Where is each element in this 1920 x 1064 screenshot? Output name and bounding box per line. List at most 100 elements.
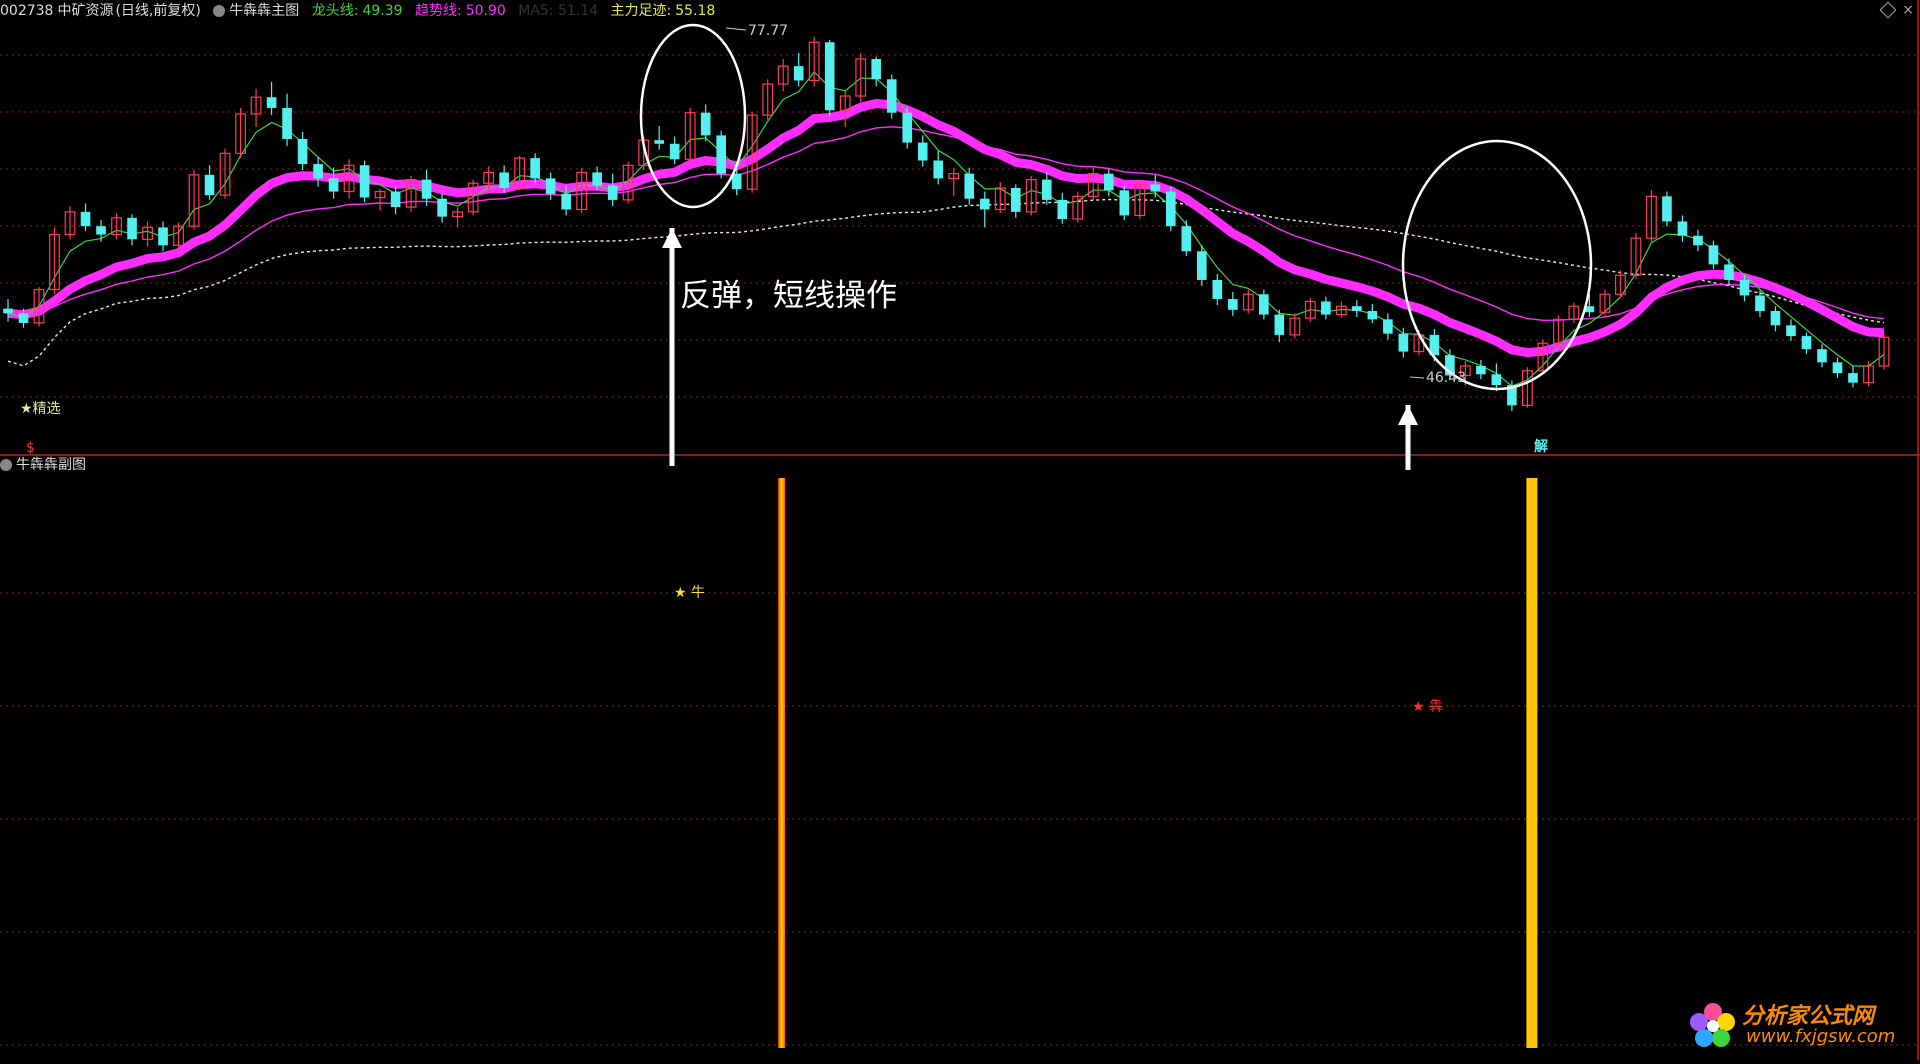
- collapse-icon[interactable]: [213, 5, 226, 17]
- candle-body: [1801, 336, 1812, 350]
- candle-body: [793, 66, 804, 81]
- candle-body: [313, 164, 323, 179]
- candle-body: [530, 158, 540, 179]
- chart-stage[interactable]: [0, 0, 1920, 1060]
- symbol-code: 002738: [0, 3, 54, 19]
- candle-body: [297, 139, 308, 165]
- candle-body: [282, 107, 292, 139]
- candle-body: [1848, 373, 1858, 383]
- candle-body: [669, 143, 680, 160]
- candle-body: [964, 173, 975, 199]
- candle-body: [18, 313, 29, 323]
- candle-body: [607, 185, 618, 200]
- zhuli-label: 主力足迹:: [610, 3, 672, 19]
- indicator-name[interactable]: 牛犇犇主图: [229, 3, 299, 19]
- candle-body: [592, 172, 602, 186]
- candle-body: [933, 160, 944, 179]
- candle-body: [499, 172, 509, 188]
- main-chart-header: 002738 中矿资源 (日线,前复权) 牛犇犇主图 龙头线: 49.39 趋势线: 5…: [0, 0, 1920, 22]
- candle-body: [979, 198, 990, 210]
- highlight-circle: [639, 23, 747, 209]
- candle-body: [1677, 221, 1688, 236]
- candle-body: [1057, 199, 1068, 220]
- candle-body: [1476, 365, 1486, 375]
- candle-body: [390, 191, 401, 208]
- candle-body: [1770, 311, 1781, 326]
- trend-value: 50.90: [465, 3, 506, 19]
- candle-body: [328, 178, 339, 192]
- symbol-name: 中矿资源: [57, 3, 114, 19]
- candle-body: [1259, 294, 1269, 315]
- candle-body: [716, 135, 726, 174]
- candle-body: [902, 112, 913, 143]
- jie-mark: 解: [1534, 439, 1548, 455]
- candle-body: [1197, 251, 1207, 280]
- window-close-icon[interactable]: ×: [1902, 2, 1914, 18]
- candle-body: [421, 179, 432, 199]
- candle-body: [1398, 333, 1409, 352]
- longtou-value: 49.39: [362, 3, 403, 19]
- sub-panel-title: 牛犇犇副图: [16, 457, 86, 473]
- candle-body: [158, 227, 168, 246]
- candle-body: [1212, 279, 1223, 300]
- candles-group: [3, 36, 1890, 411]
- candle-body: [1724, 264, 1734, 280]
- candle-body: [1321, 301, 1331, 315]
- candle-body: [1755, 295, 1765, 311]
- candle-body: [3, 308, 13, 314]
- niu-signal-bar: [778, 478, 786, 1048]
- candle-body: [1119, 190, 1130, 216]
- candle-body: [80, 211, 91, 227]
- annotation-text: 反弹，短线操作: [680, 278, 897, 314]
- ma-label: MA5: 51.14: [518, 3, 599, 19]
- low-price-label: 46.43: [1426, 370, 1467, 386]
- candle-body: [1103, 173, 1114, 191]
- grid-lines: [0, 0, 1920, 1060]
- candle-body: [1662, 196, 1672, 222]
- candle-body: [561, 193, 571, 210]
- sub-chart-header: 牛犇犇副图: [0, 455, 86, 475]
- kline-chart[interactable]: [0, 0, 1920, 1060]
- highlight-circle: [1401, 139, 1593, 391]
- candle-body: [437, 198, 447, 217]
- trend-line: [7, 98, 1885, 358]
- longtou-label: 龙头线:: [311, 3, 359, 19]
- candle-body: [1383, 319, 1393, 334]
- trend-label: 趋势线:: [415, 3, 462, 19]
- candle-body: [1274, 314, 1285, 335]
- candle-body: [1693, 235, 1703, 246]
- high-price-label: 77.77: [748, 23, 789, 39]
- buy-mark: $: [26, 440, 35, 456]
- annotation-arrow-head: [1398, 405, 1418, 425]
- candle-body: [1010, 187, 1021, 212]
- candle-body: [871, 58, 882, 80]
- niu-label: ★ 牛: [674, 585, 706, 601]
- ben-signal-bar: [1526, 478, 1538, 1048]
- candle-body: [1166, 191, 1176, 227]
- candle-body: [1367, 311, 1378, 320]
- candle-body: [1181, 226, 1192, 252]
- candle-body: [266, 97, 277, 108]
- candle-body: [1817, 349, 1827, 363]
- jingxuan-label: ★精选: [20, 401, 61, 417]
- zhuli-value: 55.18: [675, 3, 716, 19]
- candle-body: [1491, 374, 1502, 386]
- flower-logo-icon: [1690, 1003, 1735, 1047]
- candle-body: [1832, 362, 1843, 374]
- trend-line-thin: [7, 126, 1885, 322]
- high-price-pointer: [725, 27, 747, 31]
- candle-body: [886, 79, 897, 113]
- sub-collapse-icon[interactable]: [0, 459, 12, 471]
- annotation-arrow-head: [662, 228, 682, 248]
- candle-body: [1352, 306, 1362, 311]
- candle-body: [1739, 279, 1750, 296]
- candle-body: [1041, 179, 1052, 200]
- candle-body: [917, 142, 928, 161]
- candle-body: [1708, 245, 1719, 265]
- candle-body: [824, 42, 835, 111]
- candle-body: [545, 178, 556, 194]
- low-price-pointer: [1409, 376, 1425, 379]
- candle-body: [1150, 184, 1161, 192]
- candle-body: [654, 140, 664, 144]
- watermark: 分析家公式网 www.fxjgsw.com: [1682, 996, 1902, 1052]
